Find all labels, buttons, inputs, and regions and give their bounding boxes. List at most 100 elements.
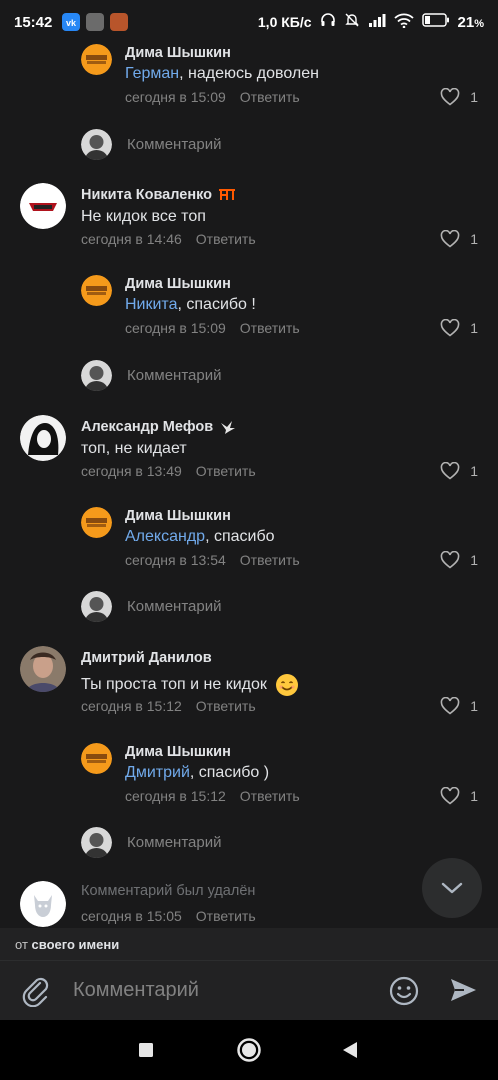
comment-author[interactable]: Александр Мефов — [81, 419, 237, 435]
like-button[interactable]: 1 — [440, 88, 478, 106]
bird-badge-icon — [221, 421, 236, 434]
my-avatar — [81, 827, 112, 858]
comment-text: Никита, спасибо ! — [125, 296, 256, 314]
comment-meta: сегодня в 15:09 Ответить — [125, 320, 300, 336]
avatar[interactable] — [81, 44, 112, 75]
avatar[interactable] — [20, 183, 66, 229]
smile-emoji-icon — [275, 674, 298, 696]
my-avatar — [81, 360, 112, 391]
like-button[interactable]: 1 — [440, 551, 478, 569]
comment-meta: сегодня в 15:09 Ответить — [125, 89, 300, 105]
comment-reply: Дима Шышкин Александр, спасибо сегодня в… — [0, 501, 498, 579]
mention-link[interactable]: Александр — [125, 528, 205, 546]
comment-composer: Комментарий — [0, 960, 498, 1020]
mention-link[interactable]: Герман — [125, 65, 179, 83]
reply-button[interactable]: Ответить — [196, 231, 256, 247]
comment-text: Ты проста топ и не кидок — [81, 673, 299, 697]
comment-input[interactable]: Комментарий — [73, 979, 199, 1002]
like-count: 1 — [470, 698, 478, 714]
heart-icon — [440, 787, 460, 805]
reply-input-row[interactable]: Комментарий — [0, 587, 498, 627]
reply-prompt: Комментарий — [127, 834, 222, 851]
avatar[interactable] — [81, 743, 112, 774]
battery-level: 21% — [457, 13, 484, 31]
comment-author[interactable]: Дима Шышкин — [125, 744, 231, 760]
reply-button[interactable]: Ответить — [240, 89, 300, 105]
comment-author[interactable]: Дима Шышкин — [125, 45, 231, 61]
avatar[interactable] — [20, 646, 66, 692]
comment-reply: Дима Шышкин Никита, спасибо ! сегодня в … — [0, 269, 498, 347]
like-count: 1 — [470, 89, 478, 105]
reply-button[interactable]: Ответить — [240, 320, 300, 336]
comment-meta: сегодня в 13:49 Ответить — [81, 463, 256, 479]
like-button[interactable]: 1 — [440, 787, 478, 805]
deleted-comment-text: Комментарий был удалён — [81, 883, 256, 899]
reply-button[interactable]: Ответить — [196, 463, 256, 479]
deleted-user-avatar — [20, 881, 66, 927]
comment-meta: сегодня в 15:05 Ответить — [81, 908, 256, 924]
network-speed: 1,0 КБ/с — [257, 14, 312, 30]
reply-input-row[interactable]: Комментарий — [0, 356, 498, 396]
headset-icon — [320, 12, 336, 32]
status-time: 15:42 — [14, 13, 53, 31]
recents-button[interactable] — [138, 1042, 154, 1063]
like-count: 1 — [470, 231, 478, 247]
vk-app-icon: vk — [62, 13, 81, 31]
scroll-down-button[interactable] — [422, 858, 482, 918]
comment-author[interactable]: Дмитрий Данилов — [81, 650, 212, 666]
reply-prompt: Комментарий — [127, 598, 222, 615]
post-as-selector[interactable]: от своего имени — [0, 928, 498, 960]
attach-icon[interactable] — [20, 975, 52, 1012]
comment-text: Дмитрий, спасибо ) — [125, 764, 270, 782]
my-avatar — [81, 591, 112, 622]
reply-button[interactable]: Ответить — [196, 698, 256, 714]
like-button[interactable]: 1 — [440, 230, 478, 248]
heart-icon — [440, 319, 460, 337]
from-identity[interactable]: своего имени — [32, 937, 120, 952]
home-button[interactable] — [236, 1037, 262, 1068]
system-navigation-bar — [0, 1020, 498, 1080]
reply-input-row[interactable]: Комментарий — [0, 823, 498, 863]
mention-link[interactable]: Дмитрий — [125, 764, 190, 782]
reply-input-row[interactable]: Комментарий — [0, 125, 498, 165]
avatar[interactable] — [81, 275, 112, 306]
reply-button[interactable]: Ответить — [240, 788, 300, 804]
comment-meta: сегодня в 15:12 Ответить — [125, 788, 300, 804]
comment-reply: Дима Шышкин Дмитрий, спасибо ) сегодня в… — [0, 737, 498, 815]
send-icon[interactable] — [448, 975, 478, 1010]
like-count: 1 — [470, 788, 478, 804]
comment-author[interactable]: Никита Коваленко — [81, 187, 236, 203]
back-button[interactable] — [341, 1041, 359, 1064]
comment-meta: сегодня в 13:54 Ответить — [125, 552, 300, 568]
mute-bell-icon — [344, 12, 360, 32]
signal-icon — [368, 13, 386, 31]
from-prefix: от — [15, 937, 28, 952]
comment-meta: сегодня в 14:46 Ответить — [81, 231, 256, 247]
like-button[interactable]: 1 — [440, 319, 478, 337]
battery-icon — [421, 13, 450, 31]
mention-link[interactable]: Никита — [125, 296, 177, 314]
like-button[interactable]: 1 — [440, 697, 478, 715]
comment-item: Дмитрий Данилов Ты проста топ и не кидок… — [0, 643, 498, 727]
reply-button[interactable]: Ответить — [196, 908, 256, 924]
reply-prompt: Комментарий — [127, 136, 222, 153]
comment-author[interactable]: Дима Шышкин — [125, 508, 231, 524]
heart-icon — [440, 697, 460, 715]
comment-author[interactable]: Дима Шышкин — [125, 276, 231, 292]
comment-text: топ, не кидает — [81, 440, 187, 457]
comments-feed[interactable]: Дима Шышкин Герман, надеюсь доволен сего… — [0, 38, 498, 928]
emoji-icon[interactable] — [388, 975, 420, 1012]
avatar[interactable] — [81, 507, 112, 538]
svg-text:vk: vk — [66, 18, 77, 28]
comment-text: Александр, спасибо — [125, 528, 275, 546]
avatar[interactable] — [20, 415, 66, 461]
comment-item: Александр Мефов топ, не кидает сегодня в… — [0, 412, 498, 492]
like-button[interactable]: 1 — [440, 462, 478, 480]
comment-meta: сегодня в 15:12 Ответить — [81, 698, 256, 714]
comment-reply: Дима Шышкин Герман, надеюсь доволен сего… — [0, 38, 498, 116]
like-count: 1 — [470, 320, 478, 336]
reply-button[interactable]: Ответить — [240, 552, 300, 568]
like-count: 1 — [470, 552, 478, 568]
comment-text: Герман, надеюсь доволен — [125, 65, 319, 83]
game-notification-icon — [110, 13, 129, 31]
